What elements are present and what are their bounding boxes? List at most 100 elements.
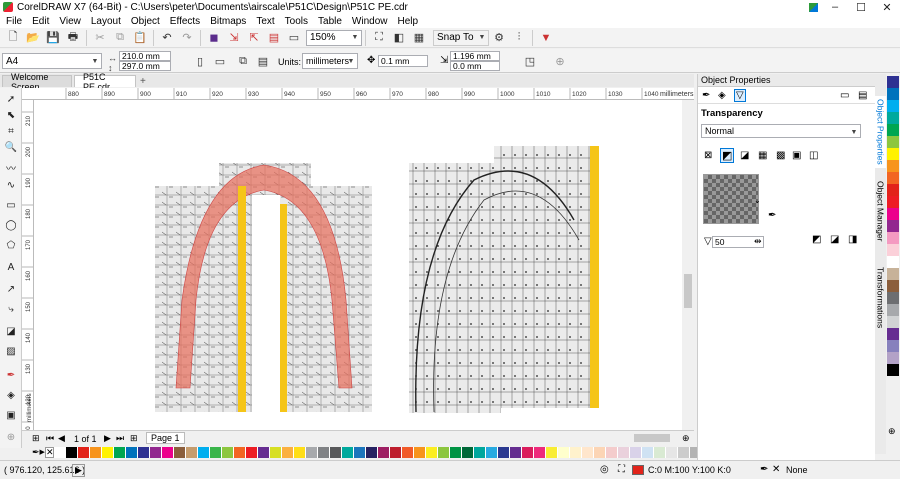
color-swatch[interactable] xyxy=(318,446,331,458)
color-swatch[interactable] xyxy=(54,446,67,458)
color-swatch[interactable] xyxy=(678,446,691,458)
color-swatch[interactable] xyxy=(114,446,127,458)
color-swatch[interactable] xyxy=(654,446,667,458)
artistic-media-icon[interactable]: ∿ xyxy=(3,178,19,192)
menu-view[interactable]: View xyxy=(59,16,81,27)
color-swatch[interactable] xyxy=(887,232,899,244)
publish-pdf-icon[interactable]: ▤ xyxy=(266,30,282,46)
fill-color-indicator[interactable] xyxy=(632,465,644,475)
eyedropper-icon[interactable]: ✒ xyxy=(32,447,40,458)
all-pages-icon[interactable]: ⧉ xyxy=(235,53,251,69)
shape-tool-icon[interactable]: ⬉ xyxy=(3,108,19,122)
page-options-icon[interactable]: ⊞ xyxy=(32,433,40,444)
portrait-icon[interactable]: ▯ xyxy=(192,53,208,69)
copy-icon[interactable]: ⧉ xyxy=(112,30,128,46)
search-content-icon[interactable]: ◼ xyxy=(206,30,222,46)
color-swatch[interactable] xyxy=(126,446,139,458)
color-swatch[interactable] xyxy=(246,446,259,458)
prev-page-icon[interactable]: ◀ xyxy=(58,433,65,444)
snap-to-button[interactable]: Snap To ▼ xyxy=(433,29,489,46)
color-swatch[interactable] xyxy=(887,244,899,256)
color-swatch[interactable] xyxy=(390,446,403,458)
open-icon[interactable]: 📂 xyxy=(25,30,41,46)
color-swatch[interactable] xyxy=(414,446,427,458)
color-swatch[interactable] xyxy=(887,88,899,100)
left-blueprint-image[interactable] xyxy=(155,163,372,412)
horizontal-ruler[interactable]: 880 890 900 910 920 930 940 950 960 970 980 990 1000… xyxy=(22,88,694,100)
zoom-combo[interactable]: 150% ▼ xyxy=(306,29,362,46)
color-swatch[interactable] xyxy=(887,208,899,220)
maximize-button[interactable]: ☐ xyxy=(848,0,874,14)
color-swatch[interactable] xyxy=(887,280,899,292)
outline-swatch-icon[interactable]: ✕ xyxy=(772,464,780,475)
paste-icon[interactable]: 📋 xyxy=(132,30,148,46)
save-icon[interactable]: 💾 xyxy=(45,30,61,46)
color-swatch[interactable] xyxy=(258,446,271,458)
options-icon[interactable]: ⚙ xyxy=(491,30,507,46)
color-swatch[interactable] xyxy=(606,446,619,458)
units-combo[interactable]: millimeters ▼ xyxy=(302,53,358,69)
page-height-field[interactable]: 297.0 mm xyxy=(119,61,171,71)
apply-to-all-icon[interactable]: ◨ xyxy=(848,234,857,245)
scroll-thumb[interactable] xyxy=(684,274,692,308)
color-swatch[interactable] xyxy=(887,124,899,136)
menu-tools[interactable]: Tools xyxy=(285,16,308,27)
merge-mode-combo[interactable]: Normal ▼ xyxy=(701,124,861,138)
color-swatch[interactable] xyxy=(887,256,899,268)
color-swatch[interactable] xyxy=(498,446,511,458)
tab-p51c-pe[interactable]: P51C PE.cdr xyxy=(74,72,136,92)
polygon-tool-icon[interactable]: ⬠ xyxy=(3,238,19,252)
color-swatch[interactable] xyxy=(234,446,247,458)
menu-bitmaps[interactable]: Bitmaps xyxy=(210,16,246,27)
menu-layout[interactable]: Layout xyxy=(91,16,121,27)
menu-window[interactable]: Window xyxy=(352,16,388,27)
apply-to-fill-icon[interactable]: ◩ xyxy=(812,234,821,245)
color-swatch[interactable] xyxy=(366,446,379,458)
color-swatch[interactable] xyxy=(887,172,899,184)
color-swatch[interactable] xyxy=(294,446,307,458)
color-swatch[interactable] xyxy=(102,446,115,458)
tab-welcome-screen[interactable]: Welcome Screen xyxy=(2,72,72,92)
color-swatch[interactable] xyxy=(210,446,223,458)
color-swatch[interactable] xyxy=(887,292,899,304)
menu-effects[interactable]: Effects xyxy=(170,16,200,27)
import-icon[interactable]: ⇲ xyxy=(226,30,242,46)
parallel-dimension-icon[interactable]: ↗ xyxy=(3,282,19,296)
fountain-transparency-icon[interactable]: ◪ xyxy=(740,150,749,161)
color-swatch[interactable] xyxy=(330,446,343,458)
nudge-distance-field[interactable]: 0.1 mm xyxy=(378,55,428,67)
color-swatch[interactable] xyxy=(546,446,559,458)
color-swatch[interactable] xyxy=(887,364,899,376)
apply-to-outline-icon[interactable]: ◪ xyxy=(830,234,839,245)
minimize-button[interactable]: – xyxy=(822,0,848,14)
export-icon[interactable]: ⇱ xyxy=(246,30,262,46)
show-grid-icon[interactable]: ▦ xyxy=(411,30,427,46)
current-page-icon[interactable]: ▤ xyxy=(255,53,271,69)
color-swatch[interactable] xyxy=(150,446,163,458)
vector-pattern-transparency-icon[interactable]: ▦ xyxy=(758,150,767,161)
color-swatch[interactable] xyxy=(594,446,607,458)
menu-edit[interactable]: Edit xyxy=(32,16,49,27)
page-size-combo[interactable]: A4 ▼ xyxy=(2,53,102,69)
close-button[interactable]: ✕ xyxy=(874,0,900,14)
menu-table[interactable]: Table xyxy=(318,16,342,27)
color-swatch[interactable] xyxy=(666,446,679,458)
color-swatch[interactable] xyxy=(582,446,595,458)
color-swatch[interactable] xyxy=(887,112,899,124)
palette-scroll-icon[interactable]: ⊕ xyxy=(888,426,896,437)
duplicate-x-field[interactable]: 1.196 mm xyxy=(450,51,500,61)
uniform-transparency-icon[interactable]: ◩ xyxy=(720,148,735,163)
summary-icon[interactable]: ▤ xyxy=(858,90,867,101)
vertical-scrollbar[interactable] xyxy=(682,100,694,430)
side-tab-object-manager[interactable]: Object Manager xyxy=(875,178,886,250)
redo-icon[interactable]: ↷ xyxy=(179,30,195,46)
zoom-tool-icon[interactable]: 🔍 xyxy=(3,140,19,154)
outline-tab-icon[interactable]: ✒ xyxy=(702,90,710,101)
application-launcher-icon[interactable]: ⫶ xyxy=(511,30,527,46)
side-tab-transformations[interactable]: Transformations xyxy=(875,264,886,336)
zoom-level-icon[interactable]: ▭ xyxy=(286,30,302,46)
color-swatch[interactable] xyxy=(887,160,899,172)
color-proof-icon[interactable]: ◎ xyxy=(600,464,609,475)
add-tab-icon[interactable]: + xyxy=(140,76,146,87)
rectangle-tool-icon[interactable]: ▭ xyxy=(3,198,19,212)
